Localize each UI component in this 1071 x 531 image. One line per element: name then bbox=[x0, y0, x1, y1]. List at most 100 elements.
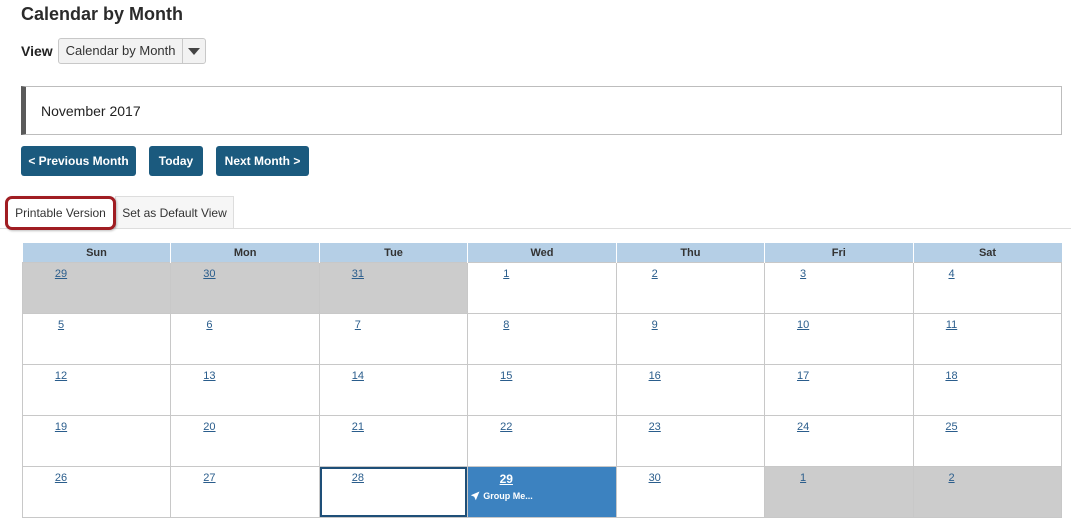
day-number-link[interactable]: 27 bbox=[171, 472, 247, 484]
calendar-day-cell[interactable]: 2 bbox=[912, 466, 1063, 518]
day-number-link[interactable]: 1 bbox=[765, 472, 841, 484]
calendar-day-cell[interactable]: 30 bbox=[615, 466, 766, 518]
calendar-day-cell[interactable]: 31 bbox=[318, 262, 469, 314]
chevron-down-icon bbox=[187, 47, 200, 55]
calendar-week-row: 29 30 31 1 2 3 4 bbox=[21, 262, 1063, 314]
weekday-header: Fri bbox=[764, 243, 914, 263]
day-number-link[interactable]: 17 bbox=[765, 370, 841, 382]
calendar-week-row: 26 27 28 29 Group Me... 30 1 2 bbox=[21, 466, 1063, 518]
day-number-link[interactable]: 5 bbox=[23, 319, 99, 331]
day-number-link[interactable]: 30 bbox=[171, 268, 247, 280]
day-number-link[interactable]: 24 bbox=[765, 421, 841, 433]
calendar-event[interactable]: Group Me... bbox=[470, 491, 615, 501]
calendar-day-cell[interactable]: 2 bbox=[615, 262, 766, 314]
day-number-link[interactable]: 29 bbox=[23, 268, 99, 280]
calendar-day-cell[interactable]: 7 bbox=[318, 313, 469, 365]
day-number-link[interactable]: 1 bbox=[468, 268, 544, 280]
day-number-link[interactable]: 2 bbox=[617, 268, 693, 280]
tabs-divider bbox=[0, 228, 1071, 229]
calendar-week-row: 19 20 21 22 23 24 25 bbox=[21, 415, 1063, 467]
day-number-link[interactable]: 20 bbox=[171, 421, 247, 433]
day-number-link[interactable]: 11 bbox=[914, 319, 990, 331]
dropdown-toggle[interactable] bbox=[181, 39, 205, 63]
weekday-header: Sat bbox=[912, 243, 1062, 263]
calendar-day-cell[interactable]: 26 bbox=[21, 466, 172, 518]
day-number-link[interactable]: 31 bbox=[320, 268, 396, 280]
calendar-day-cell[interactable]: 9 bbox=[615, 313, 766, 365]
calendar-day-cell[interactable]: 3 bbox=[764, 262, 914, 314]
calendar-day-cell[interactable]: 25 bbox=[912, 415, 1063, 467]
day-number-link[interactable]: 4 bbox=[914, 268, 990, 280]
day-number-link[interactable]: 12 bbox=[23, 370, 99, 382]
day-number-link[interactable]: 18 bbox=[914, 370, 990, 382]
day-number-link[interactable]: 29 bbox=[468, 472, 544, 486]
today-button[interactable]: Today bbox=[149, 146, 203, 176]
day-number-link[interactable]: 3 bbox=[765, 268, 841, 280]
view-select[interactable]: Calendar by Month bbox=[57, 38, 206, 64]
day-number-link[interactable]: 2 bbox=[914, 472, 990, 484]
day-number-link[interactable]: 14 bbox=[320, 370, 396, 382]
calendar-day-cell[interactable]: 20 bbox=[170, 415, 320, 467]
calendar-day-cell[interactable]: 19 bbox=[21, 415, 172, 467]
day-number-link[interactable]: 19 bbox=[23, 421, 99, 433]
next-month-button[interactable]: Next Month > bbox=[216, 146, 309, 176]
day-number-link[interactable]: 7 bbox=[320, 319, 396, 331]
weekday-header: Wed bbox=[467, 243, 617, 263]
view-label: View bbox=[21, 43, 53, 59]
calendar-day-cell[interactable]: 8 bbox=[467, 313, 617, 365]
calendar-day-cell[interactable]: 14 bbox=[318, 364, 469, 416]
calendar-day-cell[interactable]: 16 bbox=[615, 364, 766, 416]
day-number-link[interactable]: 30 bbox=[617, 472, 693, 484]
calendar-day-cell[interactable]: 28 bbox=[318, 466, 469, 518]
day-number-link[interactable]: 22 bbox=[468, 421, 544, 433]
calendar-day-cell[interactable]: 23 bbox=[615, 415, 766, 467]
day-number-link[interactable]: 25 bbox=[914, 421, 990, 433]
calendar-day-cell[interactable]: 17 bbox=[764, 364, 914, 416]
day-number-link[interactable]: 21 bbox=[320, 421, 396, 433]
calendar-week-row: 5 6 7 8 9 10 11 bbox=[21, 313, 1063, 365]
calendar-day-cell[interactable]: 29 bbox=[21, 262, 172, 314]
weekday-header: Sun bbox=[22, 243, 171, 263]
day-number-link[interactable]: 6 bbox=[171, 319, 247, 331]
calendar-day-cell[interactable]: 1 bbox=[764, 466, 914, 518]
day-number-link[interactable]: 16 bbox=[617, 370, 693, 382]
day-number-link[interactable]: 15 bbox=[468, 370, 544, 382]
day-number-link[interactable]: 10 bbox=[765, 319, 841, 331]
day-number-link[interactable]: 13 bbox=[171, 370, 247, 382]
calendar-day-cell[interactable]: 18 bbox=[912, 364, 1063, 416]
calendar-day-cell[interactable]: 1 bbox=[467, 262, 617, 314]
weekday-header: Tue bbox=[318, 243, 468, 263]
month-calendar: Sun Mon Tue Wed Thu Fri Sat 29 30 31 1 2 3 4 5 6… bbox=[21, 243, 1063, 518]
calendar-day-cell[interactable]: 5 bbox=[21, 313, 172, 365]
month-label: November 2017 bbox=[41, 102, 141, 119]
calendar-day-cell[interactable]: 11 bbox=[912, 313, 1063, 365]
calendar-day-cell[interactable]: 6 bbox=[170, 313, 320, 365]
day-number-link[interactable]: 23 bbox=[617, 421, 693, 433]
calendar-day-cell[interactable]: 30 bbox=[170, 262, 320, 314]
view-select-value: Calendar by Month bbox=[65, 43, 176, 58]
printable-version-tab[interactable]: Printable Version bbox=[5, 196, 116, 230]
calendar-day-cell[interactable]: 4 bbox=[912, 262, 1063, 314]
calendar-day-cell[interactable]: 13 bbox=[170, 364, 320, 416]
weekday-header-row: Sun Mon Tue Wed Thu Fri Sat bbox=[22, 243, 1062, 263]
calendar-week-row: 12 13 14 15 16 17 18 bbox=[21, 364, 1063, 416]
day-number-link[interactable]: 28 bbox=[320, 472, 396, 484]
calendar-day-cell[interactable]: 29 Group Me... bbox=[467, 466, 617, 518]
calendar-day-cell[interactable]: 12 bbox=[21, 364, 172, 416]
weekday-header: Thu bbox=[615, 243, 765, 263]
calendar-day-cell[interactable]: 10 bbox=[764, 313, 914, 365]
view-selector-row: View Calendar by Month bbox=[21, 37, 206, 65]
calendar-day-cell[interactable]: 15 bbox=[467, 364, 617, 416]
page-title: Calendar by Month bbox=[21, 4, 184, 24]
calendar-day-cell[interactable]: 27 bbox=[170, 466, 320, 518]
calendar-day-cell[interactable]: 22 bbox=[467, 415, 617, 467]
day-number-link[interactable]: 26 bbox=[23, 472, 99, 484]
previous-month-button[interactable]: < Previous Month bbox=[21, 146, 136, 176]
calendar-day-cell[interactable]: 21 bbox=[318, 415, 469, 467]
event-title: Group Me... bbox=[483, 491, 533, 501]
day-number-link[interactable]: 8 bbox=[468, 319, 544, 331]
set-default-view-tab[interactable]: Set as Default View bbox=[115, 196, 234, 228]
calendar-day-cell[interactable]: 24 bbox=[764, 415, 914, 467]
rocket-icon bbox=[471, 491, 480, 501]
day-number-link[interactable]: 9 bbox=[617, 319, 693, 331]
